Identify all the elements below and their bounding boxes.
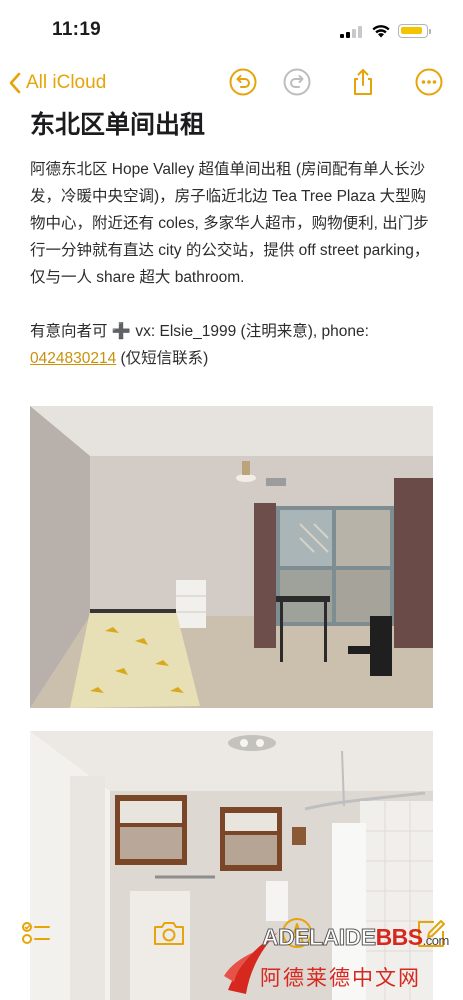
- watermark-subtitle: 阿德莱德中文网: [260, 967, 421, 990]
- contact-suffix: (仅短信联系): [116, 350, 209, 367]
- undo-icon[interactable]: [228, 67, 258, 97]
- navigation-bar: All iCloud: [0, 60, 463, 104]
- more-icon[interactable]: [414, 67, 444, 97]
- cellular-signal-icon: [340, 26, 364, 38]
- note-contact: 有意向者可 ➕ vx: Elsie_1999 (注明来意), phone: 04…: [30, 318, 434, 372]
- battery-icon: [398, 24, 428, 38]
- back-button-label: All iCloud: [26, 72, 107, 93]
- watermark-adelaide: ADELAIDE: [262, 924, 377, 951]
- redo-icon[interactable]: [282, 67, 312, 97]
- watermark-domain: .com: [422, 933, 450, 948]
- note-content[interactable]: 东北区单间出租 阿德东北区 Hope Valley 超值单间出租 (房间配有单人…: [30, 108, 434, 372]
- watermark-bbs: BBS: [375, 924, 424, 950]
- status-bar: 11:19: [0, 0, 463, 60]
- watermark-title: ADELAIDEBBS.com: [262, 924, 450, 951]
- share-icon[interactable]: [348, 67, 378, 97]
- status-time: 11:19: [52, 19, 102, 40]
- camera-icon[interactable]: [152, 916, 186, 950]
- bedroom-photo[interactable]: [30, 406, 433, 708]
- wifi-icon: [372, 25, 390, 38]
- phone-link[interactable]: 0424830214: [30, 350, 116, 367]
- checklist-icon[interactable]: [18, 916, 52, 950]
- note-title: 东北区单间出租: [30, 111, 206, 139]
- note-body: 阿德东北区 Hope Valley 超值单间出租 (房间配有单人长沙发，冷暖中央…: [30, 161, 430, 286]
- back-button[interactable]: All iCloud: [8, 68, 106, 98]
- chevron-left-icon: [9, 72, 21, 94]
- contact-prefix: 有意向者可 ➕ vx: Elsie_1999 (注明来意), phone:: [30, 323, 369, 340]
- battery-tip: [429, 29, 431, 34]
- watermark-logo: ADELAIDEBBS.com 阿德莱德中文网: [222, 918, 463, 1000]
